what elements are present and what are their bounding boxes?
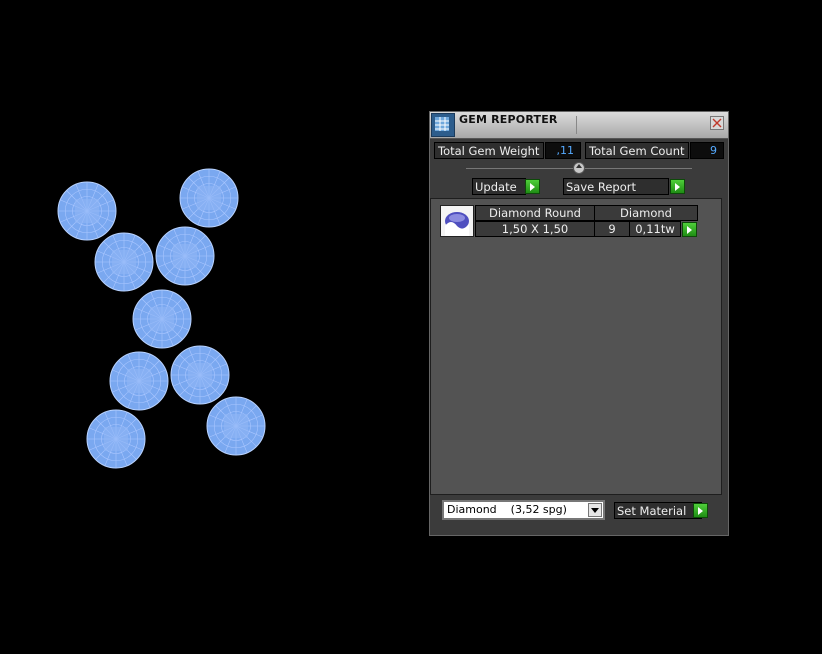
total-weight-value: ,11	[545, 142, 581, 159]
report-list[interactable]: Diamond Round Diamond 1,50 X 1,50 9 0,11…	[430, 198, 722, 495]
gem-round[interactable]	[206, 396, 266, 456]
gem-round[interactable]	[57, 181, 117, 241]
splitter-handle[interactable]	[573, 162, 585, 174]
total-weight-label: Total Gem Weight	[434, 142, 544, 159]
gem-weight-cell: 0,11tw	[629, 221, 681, 237]
3d-viewport[interactable]	[0, 0, 420, 654]
material-select-value: Diamond (3,52 spg)	[447, 503, 567, 516]
close-icon	[712, 118, 722, 128]
gem-round[interactable]	[109, 351, 169, 411]
title-divider	[576, 116, 577, 134]
panel-titlebar[interactable]: GEM REPORTER	[430, 112, 728, 139]
material-select[interactable]: Diamond (3,52 spg)	[442, 500, 605, 520]
total-count-label: Total Gem Count	[585, 142, 689, 159]
update-button[interactable]: Update	[472, 178, 526, 195]
panel-title: GEM REPORTER	[459, 113, 558, 126]
gem-thumbnail-icon[interactable]	[440, 205, 474, 237]
total-count-value: 9	[690, 142, 724, 159]
gem-count-cell: 9	[594, 221, 630, 237]
gem-name-cell: Diamond Round	[475, 205, 595, 221]
save-report-go-icon[interactable]	[670, 179, 685, 194]
gem-round[interactable]	[94, 232, 154, 292]
gem-round[interactable]	[132, 289, 192, 349]
gem-material-cell: Diamond	[594, 205, 698, 221]
gem-round[interactable]	[86, 409, 146, 469]
gem-round[interactable]	[179, 168, 239, 228]
update-go-icon[interactable]	[525, 179, 540, 194]
gem-round[interactable]	[170, 345, 230, 405]
row-go-icon[interactable]	[682, 222, 697, 237]
chevron-down-icon[interactable]	[588, 503, 602, 517]
set-material-button[interactable]: Set Material	[614, 502, 702, 519]
save-report-button[interactable]: Save Report	[563, 178, 669, 195]
gem-reporter-panel: GEM REPORTER Total Gem Weight ,11 Total …	[429, 111, 729, 536]
gem-canvas[interactable]	[0, 0, 420, 654]
gem-size-cell: 1,50 X 1,50	[475, 221, 595, 237]
report-grid-icon	[431, 113, 455, 137]
set-material-go-icon[interactable]	[693, 503, 708, 518]
close-button[interactable]	[710, 116, 724, 130]
gem-round[interactable]	[155, 226, 215, 286]
